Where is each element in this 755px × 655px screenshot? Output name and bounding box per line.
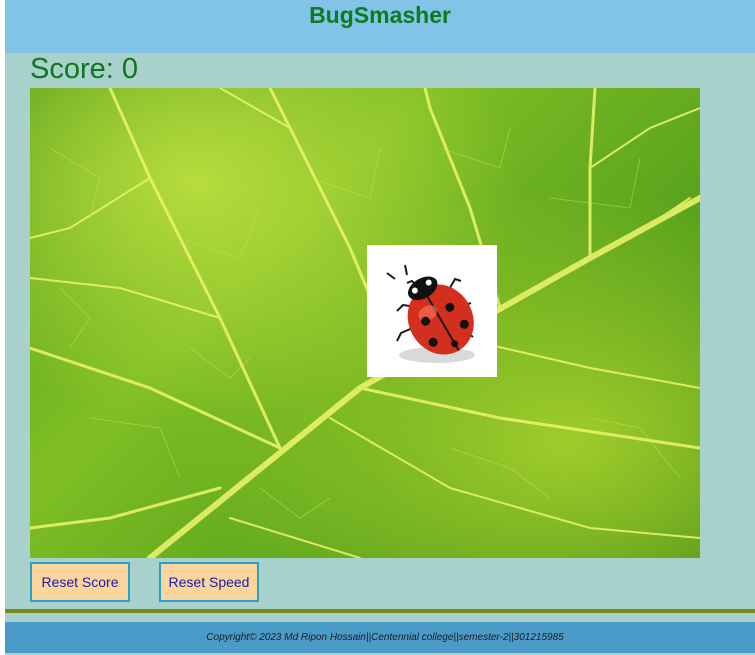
game-canvas[interactable]	[30, 88, 700, 558]
footer-copyright: Copyright© 2023 Md Ripon Hossain||Centen…	[206, 632, 564, 643]
divider-line	[5, 609, 755, 613]
footer: Copyright© 2023 Md Ripon Hossain||Centen…	[5, 622, 755, 653]
ladybug-icon	[386, 264, 475, 363]
app-title: BugSmasher	[309, 2, 451, 28]
score-label: Score: 0	[30, 53, 138, 85]
ladybug-target[interactable]	[367, 245, 497, 377]
reset-score-button[interactable]: Reset Score	[30, 562, 130, 602]
reset-speed-button[interactable]: Reset Speed	[159, 562, 259, 602]
leaf-background	[30, 88, 700, 558]
